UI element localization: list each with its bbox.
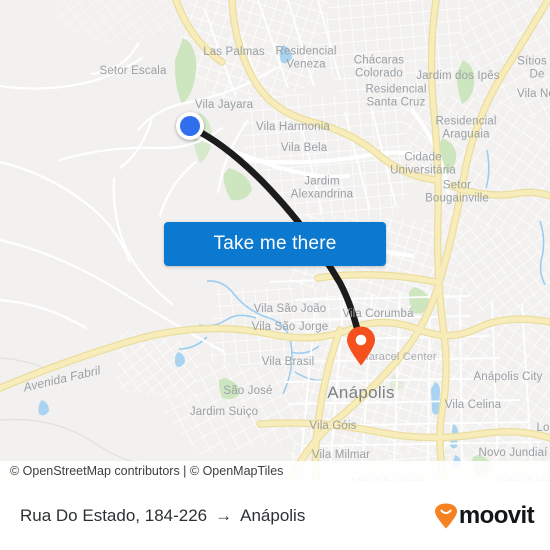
map-trip-card: Setor Escala Las Palmas Vila Jayara Residen… (0, 0, 550, 550)
trip-arrow-icon: → (215, 506, 233, 525)
take-me-there-button[interactable]: Take me there (164, 222, 386, 266)
moovit-pin-icon (434, 503, 457, 528)
origin-marker[interactable] (176, 112, 204, 140)
trip-origin-label: Rua Do Estado, 184-226 (20, 505, 208, 525)
moovit-logo[interactable]: moovit (434, 501, 535, 530)
moovit-wordmark: moovit (458, 501, 535, 529)
destination-marker[interactable] (346, 326, 376, 366)
map-pin-icon (347, 326, 375, 366)
attribution-text[interactable]: © OpenStreetMap contributors | © OpenMap… (10, 464, 283, 478)
trip-footer: Rua Do Estado, 184-226 → Anápolis moovit (0, 481, 550, 550)
trip-summary: Rua Do Estado, 184-226 → Anápolis (20, 506, 434, 526)
trip-destination-label: Anápolis (240, 505, 306, 525)
map-canvas[interactable]: Setor Escala Las Palmas Vila Jayara Residen… (0, 0, 550, 481)
origin-marker-dot (180, 116, 200, 136)
map-attribution: © OpenStreetMap contributors | © OpenMap… (0, 461, 550, 481)
